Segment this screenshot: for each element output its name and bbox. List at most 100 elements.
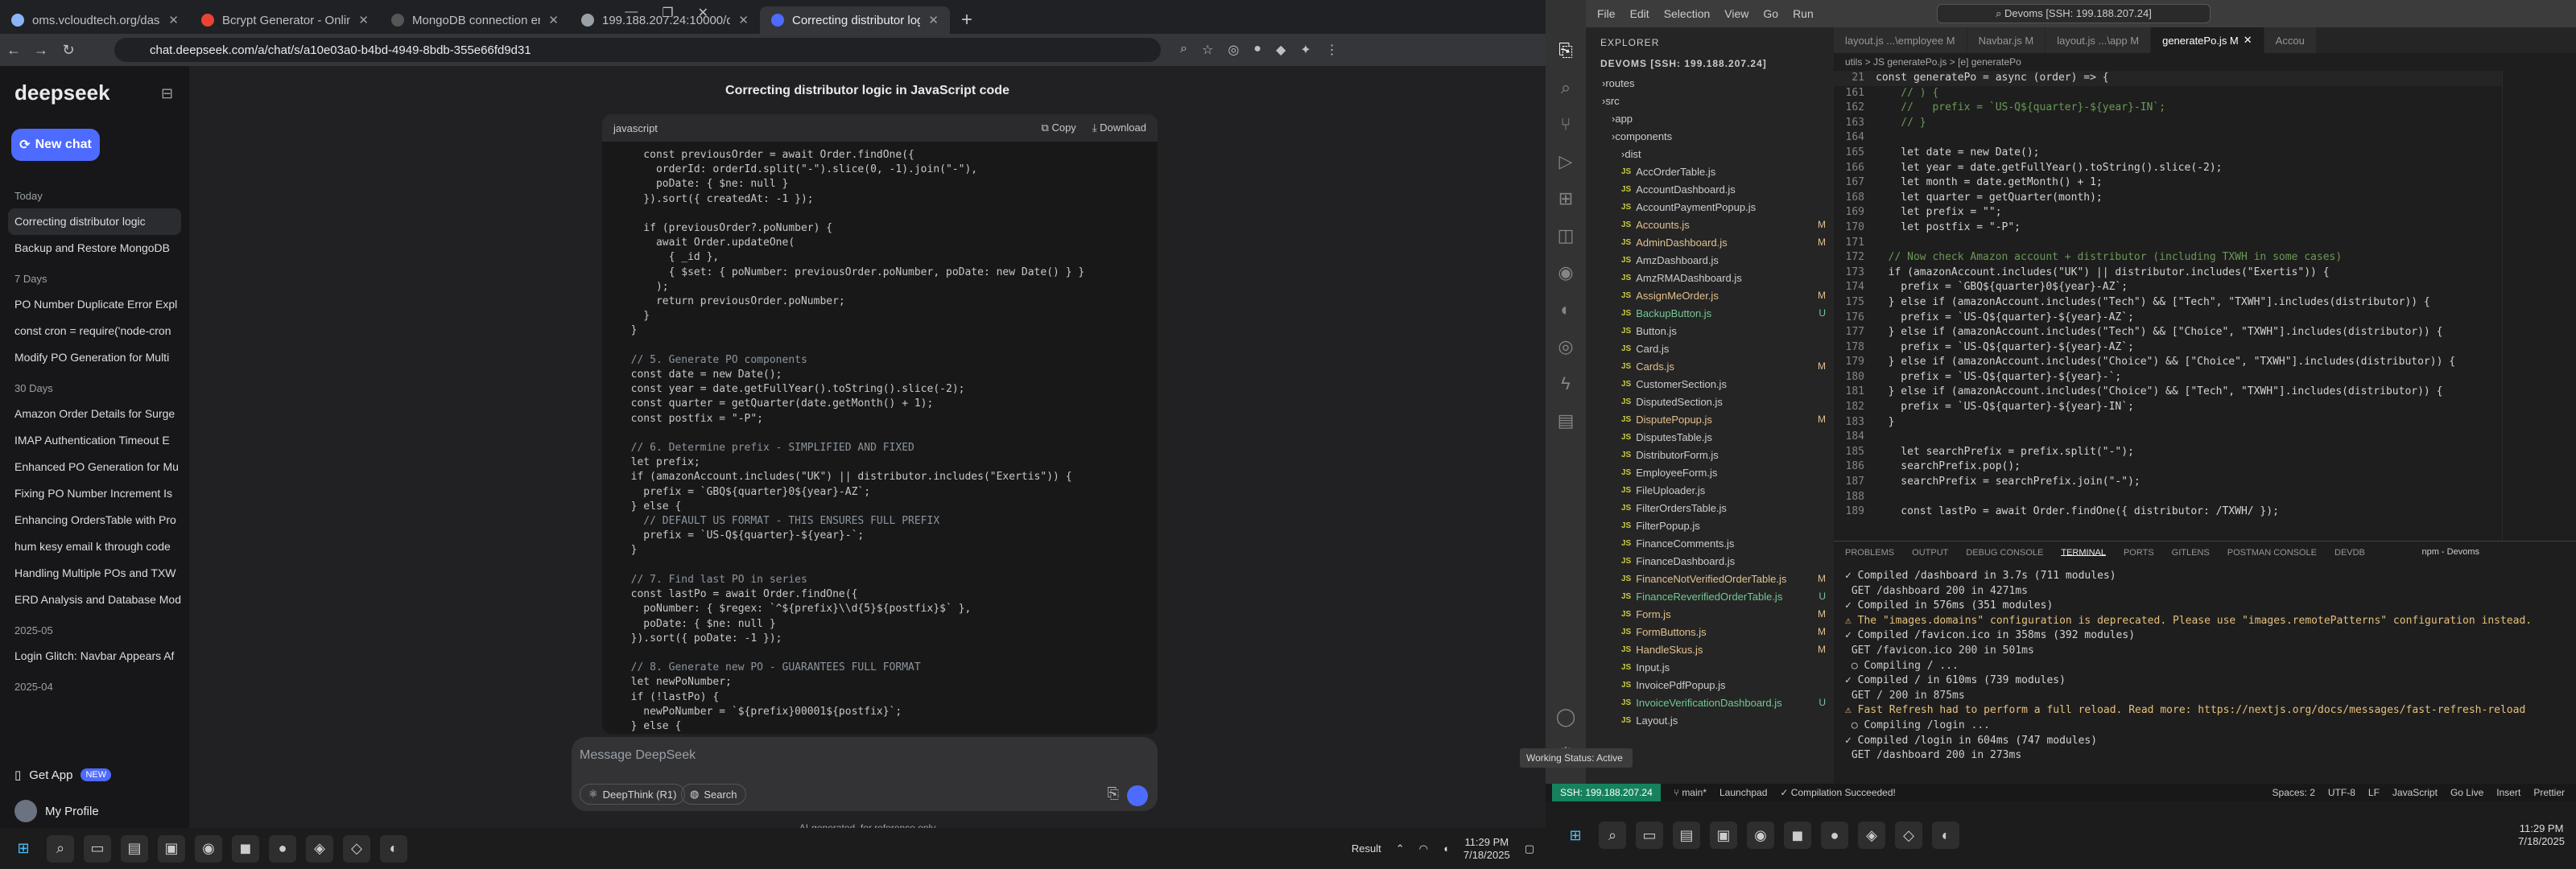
panel-tab[interactable]: POSTMAN CONSOLE — [2227, 548, 2317, 558]
message-input[interactable]: Message DeepSeek — [580, 748, 696, 763]
tree-file[interactable]: JS Cards.js M — [1586, 357, 1834, 375]
close-icon[interactable]: ✕ — [738, 13, 749, 27]
new-chat-button[interactable]: ⟳ New chat — [11, 129, 100, 161]
language-status[interactable]: JavaScript — [2392, 787, 2438, 798]
tree-file[interactable]: JS DistributorForm.js — [1586, 446, 1834, 463]
postman-icon[interactable]: ◐ — [380, 834, 407, 863]
indent-status[interactable]: Spaces: 2 — [2273, 787, 2315, 798]
menu-selection[interactable]: Selection — [1664, 7, 1711, 20]
store-icon[interactable]: ▣ — [158, 834, 185, 863]
postman-icon[interactable]: ◐ — [1546, 291, 1586, 328]
file-explorer-icon[interactable]: ▤ — [121, 834, 148, 863]
file-explorer-icon[interactable]: ▤ — [1673, 822, 1700, 849]
tree-file[interactable]: JS FinanceComments.js — [1586, 534, 1834, 552]
tree-file[interactable]: JS Button.js — [1586, 322, 1834, 340]
search-icon[interactable]: ⌕ — [1599, 822, 1626, 849]
panel-tab[interactable]: DEBUG CONSOLE — [1966, 548, 2043, 558]
terminal-label[interactable]: npm - Devoms — [2421, 547, 2479, 557]
close-window-icon[interactable]: ✕ — [698, 5, 708, 21]
tree-file[interactable]: JS AmzRMADashboard.js — [1586, 269, 1834, 286]
back-icon[interactable]: ← — [0, 42, 27, 59]
app-icon[interactable]: ● — [1821, 822, 1848, 849]
app-icon[interactable]: ◈ — [1858, 822, 1885, 849]
tree-file[interactable]: JS FileUploader.js — [1586, 481, 1834, 499]
editor-tab[interactable]: Navbar.js M — [1967, 27, 2046, 53]
tree-file[interactable]: JS Form.js M — [1586, 605, 1834, 623]
history-item[interactable]: Login Glitch: Navbar Appears Af — [0, 643, 189, 669]
history-item[interactable]: PO Number Duplicate Error Expl — [0, 291, 189, 318]
menu-run[interactable]: Run — [1793, 7, 1814, 20]
notification-icon[interactable]: ▢ — [1525, 842, 1534, 855]
new-tab-button[interactable]: + — [950, 6, 984, 34]
download-button[interactable]: ⤓ Download — [1092, 121, 1146, 134]
close-icon[interactable]: ✕ — [2244, 34, 2252, 47]
remote-indicator[interactable]: SSH: 199.188.207.24 — [1552, 784, 1661, 801]
vscode-icon[interactable]: ◇ — [1895, 822, 1922, 849]
zoom-app-icon[interactable]: ◼ — [232, 834, 259, 863]
tree-file[interactable]: JS EmployeeForm.js — [1586, 463, 1834, 481]
eol-status[interactable]: LF — [2368, 787, 2380, 798]
history-item[interactable]: Enhancing OrdersTable with Pro — [0, 507, 189, 533]
tray-label[interactable]: Result — [1352, 842, 1381, 855]
history-item[interactable]: Modify PO Generation for Multi — [0, 344, 189, 371]
tree-folder[interactable]: › app — [1586, 109, 1834, 127]
url-field[interactable]: chat.deepseek.com/a/chat/s/a10e03a0-b4bd… — [114, 38, 1161, 62]
tree-file[interactable]: JS AccOrderTable.js — [1586, 163, 1834, 180]
explorer-icon[interactable]: ⎘ — [1546, 32, 1586, 69]
history-item[interactable]: Backup and Restore MongoDB — [0, 235, 189, 262]
volume-icon[interactable]: ◖ — [1443, 842, 1449, 855]
compile-status[interactable]: ✓ Compilation Succeeded! — [1780, 787, 1895, 798]
branch-indicator[interactable]: ⑂ main* — [1674, 787, 1707, 798]
close-icon[interactable]: ✕ — [928, 13, 939, 27]
menu-view[interactable]: View — [1724, 7, 1748, 20]
chrome-icon[interactable]: ◉ — [1747, 822, 1774, 849]
panel-tab[interactable]: TERMINAL — [2061, 548, 2106, 558]
forward-icon[interactable]: → — [27, 42, 55, 59]
history-item[interactable]: Amazon Order Details for Surge — [0, 401, 189, 427]
tree-file[interactable]: JS FilterPopup.js — [1586, 517, 1834, 534]
stop-send-button[interactable] — [1127, 785, 1148, 806]
panel-tab[interactable]: PROBLEMS — [1845, 548, 1894, 558]
browser-tab[interactable]: MongoDB connection error fix✕ — [380, 6, 570, 34]
history-item[interactable]: IMAP Authentication Timeout E — [0, 427, 189, 454]
clock[interactable]: 11:29 PM 7/18/2025 — [2518, 822, 2565, 848]
copy-button[interactable]: ⧉ Copy — [1042, 121, 1076, 134]
editor-tab-active[interactable]: generatePo.js M ✕ — [2151, 27, 2264, 53]
browser-tab[interactable]: Bcrypt Generator - Online Hash✕ — [190, 6, 380, 34]
history-item[interactable]: Fixing PO Number Increment Is — [0, 480, 189, 507]
tree-file[interactable]: JS FormButtons.js M — [1586, 623, 1834, 640]
encoding-status[interactable]: UTF-8 — [2328, 787, 2355, 798]
tree-file[interactable]: JS Accounts.js M — [1586, 216, 1834, 233]
command-center[interactable]: ⌕ Devoms [SSH: 199.188.207.24] — [1937, 4, 2211, 23]
tree-file[interactable]: JS DisputesTable.js — [1586, 428, 1834, 446]
tree-file[interactable]: JS DisputePopup.js M — [1586, 410, 1834, 428]
tree-file[interactable]: JS InvoiceVerificationDashboard.js U — [1586, 694, 1834, 711]
account-icon[interactable]: ◯ — [1546, 698, 1586, 735]
extension-icon[interactable]: ● — [1253, 42, 1261, 58]
wifi-icon[interactable]: ◠ — [1419, 842, 1428, 855]
close-icon[interactable]: ✕ — [548, 13, 559, 27]
menu-icon[interactable]: ⋮ — [1326, 42, 1339, 58]
menu-go[interactable]: Go — [1763, 7, 1778, 20]
close-icon[interactable]: ✕ — [358, 13, 369, 27]
panel-tab[interactable]: OUTPUT — [1912, 548, 1948, 558]
minimap[interactable] — [2502, 71, 2566, 541]
tree-file[interactable]: JS CustomerSection.js — [1586, 375, 1834, 393]
zoom-icon[interactable]: ⌕ — [1180, 42, 1187, 58]
browser-tab[interactable]: oms.vcloudtech.org/dashboard✕ — [0, 6, 190, 34]
tree-folder[interactable]: › routes — [1586, 74, 1834, 92]
launchpad[interactable]: Launchpad — [1719, 787, 1767, 798]
tree-file[interactable]: JS Layout.js — [1586, 711, 1834, 729]
tree-file[interactable]: JS DisputedSection.js — [1586, 393, 1834, 410]
menu-edit[interactable]: Edit — [1630, 7, 1649, 20]
collapse-sidebar-icon[interactable]: ⊟ — [161, 85, 173, 102]
tree-file[interactable]: JS HandleSkus.js M — [1586, 640, 1834, 658]
puzzle-icon[interactable]: ✦ — [1300, 42, 1311, 58]
history-item[interactable]: Handling Multiple POs and TXW — [0, 560, 189, 587]
vscode-icon[interactable]: ◇ — [343, 834, 370, 863]
history-item[interactable]: ERD Analysis and Database Mod — [0, 587, 189, 613]
working-status-notification[interactable]: Working Status: Active — [1520, 748, 1633, 768]
app-icon[interactable]: ● — [269, 834, 296, 863]
tree-file[interactable]: JS FilterOrdersTable.js — [1586, 499, 1834, 517]
terminal-output[interactable]: ✓ Compiled /dashboard in 3.7s (711 modul… — [1834, 562, 2576, 770]
